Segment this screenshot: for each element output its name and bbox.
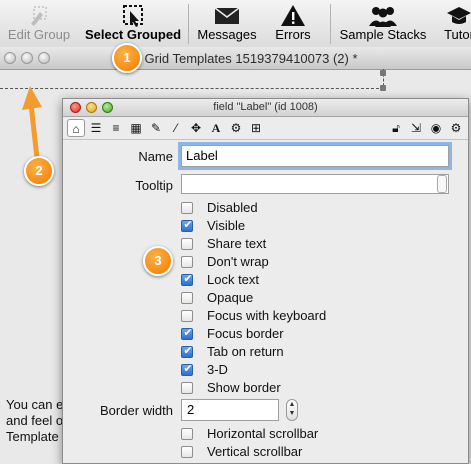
table-icon[interactable]: ▦ bbox=[127, 119, 145, 137]
move-icon[interactable]: ✥ bbox=[187, 119, 205, 137]
resize-handle[interactable] bbox=[380, 85, 386, 91]
edit-group-icon bbox=[31, 6, 47, 26]
stack-window-title: Data Grid Templates 1519379410073 (2) * bbox=[113, 51, 358, 66]
wand-icon[interactable]: ⁄ bbox=[167, 119, 185, 137]
main-toolbar: Edit Group Select Grouped Messages Error… bbox=[0, 0, 471, 48]
warning-icon bbox=[281, 5, 305, 26]
pencil-icon[interactable]: ✎ bbox=[147, 119, 165, 137]
home-icon[interactable]: ⌂ bbox=[67, 119, 85, 137]
target-icon[interactable]: ◉ bbox=[427, 119, 445, 137]
border-width-field[interactable]: 2 bbox=[181, 399, 279, 421]
tutor-button[interactable]: Tutor bbox=[434, 0, 471, 47]
sample-stacks-button[interactable]: Sample Stacks bbox=[333, 0, 433, 47]
stack-body-text: You can e and feel o Template bbox=[6, 397, 64, 444]
people-icon bbox=[369, 7, 397, 27]
lock-icon[interactable]: 🔓︎ bbox=[387, 119, 405, 137]
select-grouped-icon bbox=[123, 5, 143, 27]
callout-2: 2 bbox=[24, 156, 54, 186]
messages-button[interactable]: Messages bbox=[192, 0, 262, 47]
gear-icon[interactable]: ⚙ bbox=[447, 119, 465, 137]
tooltip-scrollbar[interactable] bbox=[437, 175, 447, 193]
tooltip-field[interactable] bbox=[181, 174, 449, 194]
inspector-titlebar: field "Label" (id 1008) bbox=[63, 99, 468, 117]
toolbar-separator bbox=[330, 4, 331, 44]
tooltip-label: Tooltip bbox=[135, 178, 173, 193]
envelope-icon bbox=[214, 7, 240, 24]
property-inspector: field "Label" (id 1008) ⌂ ☰ ≡ ▦ ✎ ⁄ ✥ A … bbox=[62, 98, 469, 464]
edit-group-button[interactable]: Edit Group bbox=[0, 0, 78, 47]
inspector-pane-toolbar: ⌂ ☰ ≡ ▦ ✎ ⁄ ✥ A ⚙ ⊞ 🔓︎ ⇲ ◉ ⚙ bbox=[63, 117, 468, 140]
errors-button[interactable]: Errors bbox=[266, 0, 320, 47]
select-grouped-button[interactable]: Select Grouped bbox=[80, 0, 186, 47]
link-icon[interactable]: ⚙ bbox=[227, 119, 245, 137]
import-icon[interactable]: ⇲ bbox=[407, 119, 425, 137]
border-width-stepper[interactable]: ▲ ▼ bbox=[286, 399, 298, 421]
resize-icon[interactable]: ⊞ bbox=[247, 119, 265, 137]
text-icon[interactable]: A bbox=[207, 119, 225, 137]
resize-handle[interactable] bbox=[380, 70, 386, 76]
border-width-label: Border width bbox=[100, 403, 173, 418]
stack-window-titlebar: Data Grid Templates 1519379410073 (2) * bbox=[0, 47, 471, 70]
inspector-title: field "Label" (id 1008) bbox=[213, 101, 318, 113]
graduation-cap-icon bbox=[447, 7, 471, 24]
toolbar-separator bbox=[188, 4, 189, 44]
name-field[interactable]: Label bbox=[181, 145, 449, 167]
callout-3: 3 bbox=[143, 246, 173, 276]
database-icon[interactable]: ≡ bbox=[107, 119, 125, 137]
callout-1: 1 bbox=[112, 43, 142, 73]
name-label: Name bbox=[138, 149, 173, 164]
list-icon[interactable]: ☰ bbox=[87, 119, 105, 137]
